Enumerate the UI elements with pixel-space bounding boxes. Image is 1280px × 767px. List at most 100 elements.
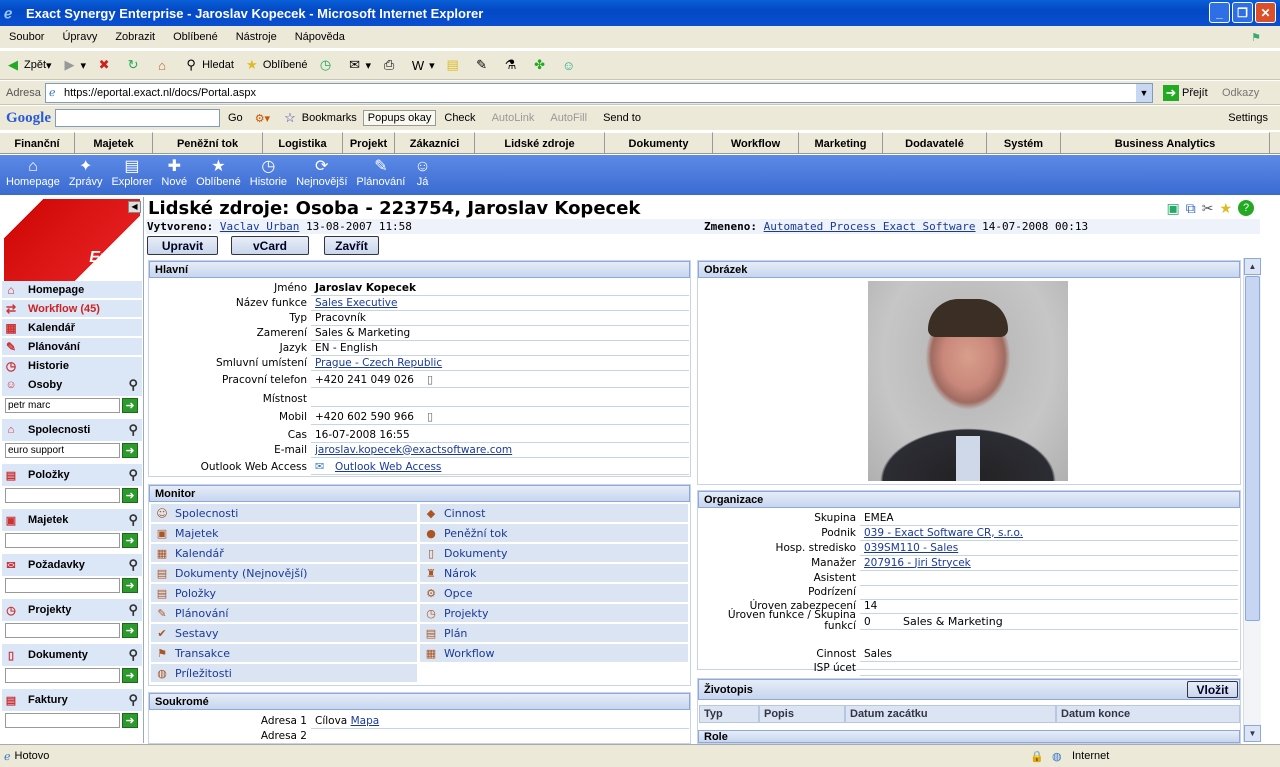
search-icon[interactable]: ⚲: [128, 647, 138, 663]
nav-2[interactable]: Peněžní tok: [153, 132, 263, 154]
monitor-item-left-2[interactable]: ▦ Kalendář: [151, 544, 417, 562]
sidebar-section-5[interactable]: ◷ Projekty ⚲: [2, 599, 142, 621]
phone-icon[interactable]: ▯: [427, 410, 433, 423]
settings-button[interactable]: Settings: [1228, 112, 1268, 124]
go-button[interactable]: ➜ Přejít: [1158, 80, 1213, 106]
sidebar-section-7[interactable]: ▤ Faktury ⚲: [2, 689, 142, 711]
sidebar-go-arrow-icon[interactable]: ➜: [122, 578, 138, 593]
sidebar-go-arrow-icon[interactable]: ➜: [122, 533, 138, 548]
sidebar-search-input-4[interactable]: [5, 578, 120, 593]
monitor-item-left-7[interactable]: ⚑ Transakce: [151, 644, 417, 662]
check-button[interactable]: Check: [436, 112, 483, 124]
address-input[interactable]: ℯ https://eportal.exact.nl/docs/Portal.a…: [45, 83, 1153, 103]
quick-6[interactable]: ⟳ Nejnovější: [296, 155, 347, 195]
search-icon[interactable]: ⚲: [128, 377, 138, 393]
popups-button[interactable]: Popups okay: [362, 110, 437, 126]
monitor-item-right-2[interactable]: ▯ Dokumenty: [420, 544, 688, 562]
sidebar-go-arrow-icon[interactable]: ➜: [122, 488, 138, 503]
minimize-button[interactable]: _: [1209, 2, 1230, 23]
help-icon[interactable]: ?: [1238, 200, 1254, 216]
close-window-button[interactable]: ✕: [1255, 2, 1276, 23]
google-logo[interactable]: Google: [0, 110, 51, 127]
window-icon[interactable]: ⧉: [1186, 200, 1196, 217]
google-options-icon[interactable]: ⚙▾: [247, 112, 278, 125]
quick-2[interactable]: ▤ Explorer: [111, 155, 152, 195]
cv-col-start[interactable]: Datum zacátku: [845, 705, 1056, 723]
monitor-item-left-6[interactable]: ✔ Sestavy: [151, 624, 417, 642]
collapse-sidebar-icon[interactable]: ◀: [128, 201, 141, 213]
sidebar-section-0[interactable]: ☺ Osoby ⚲: [2, 374, 142, 396]
menu-napoveda[interactable]: Nápověda: [286, 31, 354, 43]
info-link[interactable]: Prague - Czech Republic: [315, 357, 442, 369]
vcard-button[interactable]: vCard: [231, 236, 309, 255]
nav-5[interactable]: Zákazníci: [395, 132, 475, 154]
changed-by-link[interactable]: Automated Process Exact Software: [764, 220, 976, 233]
tool-button-3[interactable]: ✤: [527, 52, 556, 78]
sidebar-section-3[interactable]: ▣ Majetek ⚲: [2, 509, 142, 531]
home-button[interactable]: ⌂: [149, 52, 178, 78]
monitor-item-right-6[interactable]: ▤ Plán: [420, 624, 688, 642]
search-icon[interactable]: ⚲: [128, 692, 138, 708]
nav-0[interactable]: Finanční: [0, 132, 75, 154]
nav-10[interactable]: Dodavatelé: [883, 132, 987, 154]
favorite-star-icon[interactable]: ★: [1219, 200, 1232, 217]
org-link[interactable]: 207916 - Jiri Strycek: [864, 557, 971, 569]
menu-zobrazit[interactable]: Zobrazit: [106, 31, 164, 43]
print-button[interactable]: ⎙: [376, 52, 405, 78]
search-button[interactable]: ⚲ Hledat: [178, 52, 239, 78]
autolink-button[interactable]: AutoLink: [484, 112, 543, 124]
nav-9[interactable]: Marketing: [799, 132, 883, 154]
sidebar-link-0[interactable]: ⌂ Homepage: [2, 281, 142, 299]
sidebar-search-input-2[interactable]: [5, 488, 120, 503]
mail-button[interactable]: ✉ ▾: [342, 52, 377, 78]
scroll-up-icon[interactable]: ▲: [1244, 258, 1261, 275]
edit-button[interactable]: W ▾: [405, 52, 440, 78]
sidebar-go-arrow-icon[interactable]: ➜: [122, 623, 138, 638]
sidebar-go-arrow-icon[interactable]: ➜: [122, 443, 138, 458]
nav-11[interactable]: Systém: [987, 132, 1061, 154]
org-link[interactable]: 039SM110 - Sales: [864, 542, 958, 554]
forward-button[interactable]: ▶ ▾: [57, 52, 92, 78]
nav-8[interactable]: Workflow: [713, 132, 799, 154]
sidebar-section-1[interactable]: ⌂ Spolecnosti ⚲: [2, 419, 142, 441]
monitor-item-left-8[interactable]: ◍ Príležitosti: [151, 664, 417, 682]
refresh-button[interactable]: ↻: [120, 52, 149, 78]
cv-col-end[interactable]: Datum konce: [1056, 705, 1240, 723]
nav-7[interactable]: Dokumenty: [605, 132, 713, 154]
google-search-input[interactable]: [55, 109, 220, 127]
autofill-button[interactable]: AutoFill: [542, 112, 595, 124]
quick-0[interactable]: ⌂ Homepage: [6, 155, 60, 195]
sidebar-search-input-3[interactable]: [5, 533, 120, 548]
info-link[interactable]: Sales Executive: [315, 297, 397, 309]
nav-4[interactable]: Projekt: [343, 132, 395, 154]
search-icon[interactable]: ⚲: [128, 422, 138, 438]
sidebar-link-3[interactable]: ✎ Plánování: [2, 338, 142, 356]
search-icon[interactable]: ⚲: [128, 602, 138, 618]
google-go-button[interactable]: Go: [224, 112, 247, 124]
info-link[interactable]: Outlook Web Access: [335, 461, 441, 473]
sidebar-link-1[interactable]: ⇄ Workflow (45): [2, 300, 142, 318]
bookmarks-button[interactable]: Bookmarks: [296, 112, 363, 124]
sidebar-section-4[interactable]: ✉ Požadavky ⚲: [2, 554, 142, 576]
insert-cv-button[interactable]: Vložit: [1187, 681, 1238, 698]
notes-button[interactable]: ▤: [440, 52, 469, 78]
sendto-button[interactable]: Send to: [595, 112, 649, 124]
menu-upravy[interactable]: Úpravy: [53, 31, 106, 43]
monitor-item-left-1[interactable]: ▣ Majetek: [151, 524, 417, 542]
cv-col-popis[interactable]: Popis: [759, 705, 845, 723]
monitor-item-right-0[interactable]: ◆ Cinnost: [420, 504, 688, 522]
quick-7[interactable]: ✎ Plánování: [356, 155, 405, 195]
monitor-item-left-3[interactable]: ▤ Dokumenty (Nejnovější): [151, 564, 417, 582]
sidebar-section-2[interactable]: ▤ Položky ⚲: [2, 464, 142, 486]
search-icon[interactable]: ⚲: [128, 467, 138, 483]
info-link[interactable]: jaroslav.kopecek@exactsoftware.com: [315, 444, 512, 456]
tool-button-1[interactable]: ✎: [469, 52, 498, 78]
nav-3[interactable]: Logistika: [263, 132, 343, 154]
map-link[interactable]: Mapa: [351, 715, 380, 727]
export-icon[interactable]: ▣: [1166, 200, 1179, 217]
monitor-item-left-4[interactable]: ▤ Položky: [151, 584, 417, 602]
quick-5[interactable]: ◷ Historie: [250, 155, 287, 195]
stop-button[interactable]: ✖: [91, 52, 120, 78]
monitor-item-right-7[interactable]: ▦ Workflow: [420, 644, 688, 662]
cv-col-typ[interactable]: Typ: [699, 705, 759, 723]
